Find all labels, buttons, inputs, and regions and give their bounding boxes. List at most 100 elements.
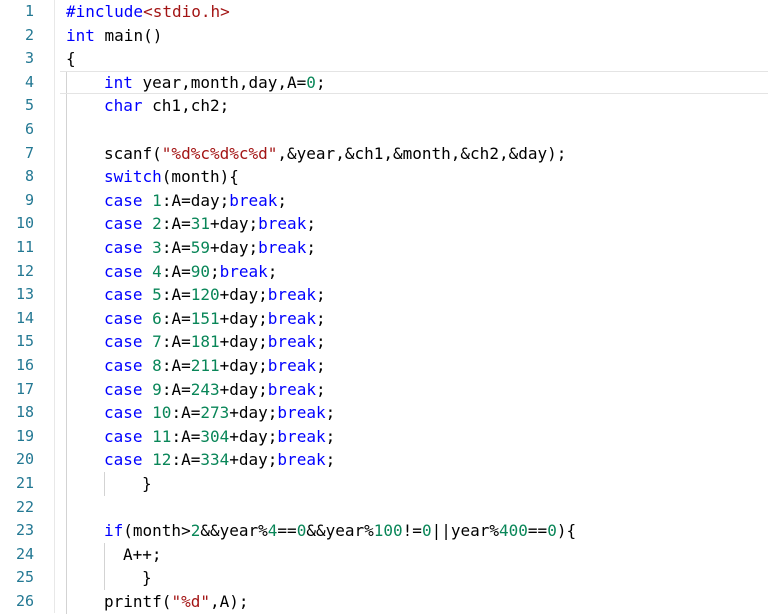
code-text[interactable]: case 5:A=120+day;break; [104, 283, 326, 307]
code-text[interactable]: #include<stdio.h> [66, 0, 230, 24]
line-number: 17 [15, 379, 34, 398]
code-line[interactable]: 4 int year,month,day,A=0; [0, 70, 768, 95]
indent-guide [66, 94, 67, 118]
token-plain: +day; [219, 285, 268, 305]
code-text[interactable]: case 3:A=59+day;break; [104, 236, 316, 260]
code-text[interactable]: case 2:A=31+day;break; [104, 212, 316, 236]
token-kw: case [104, 403, 143, 423]
code-editor[interactable]: 1 #include<stdio.h> 2 int main() 3{4 int year… [0, 0, 768, 614]
code-line[interactable]: 19 case 11:A=304+day;break; [0, 424, 768, 449]
code-line[interactable]: 9 case 1:A=day;break; [0, 188, 768, 213]
code-text[interactable]: case 7:A=181+day;break; [104, 330, 326, 354]
token-num: 12 [152, 450, 172, 470]
line-number: 15 [15, 332, 34, 351]
token-plain: main() [94, 25, 163, 45]
code-line[interactable]: 7 scanf("%d%c%d%c%d",&year,&ch1,&month,&c… [0, 141, 768, 166]
token-num: 120 [190, 285, 220, 305]
token-plain: ; [306, 214, 316, 234]
code-text[interactable]: { [66, 47, 76, 71]
token-inc: <stdio.h> [143, 2, 230, 21]
code-line[interactable]: 22 [0, 495, 768, 520]
code-text[interactable]: case 4:A=90;break; [104, 260, 277, 284]
indent-guide [104, 542, 105, 567]
code-line[interactable]: 17 case 9:A=243+day;break; [0, 377, 768, 402]
code-line[interactable]: 10 case 2:A=31+day;break; [0, 212, 768, 236]
token-num: 7 [152, 332, 162, 352]
code-text[interactable]: case 10:A=273+day;break; [104, 401, 335, 425]
token-num: 0 [421, 521, 432, 541]
code-text[interactable]: if(month>2&&year%4==0&&year%100!=0||year… [104, 519, 576, 543]
code-line[interactable]: 18 case 10:A=273+day;break; [0, 401, 768, 425]
code-text[interactable]: } [142, 566, 152, 590]
code-text[interactable]: case 9:A=243+day;break; [104, 378, 326, 402]
indent-guide [66, 259, 67, 284]
code-line[interactable]: 24 A++; [0, 542, 768, 567]
token-plain: ; [315, 332, 326, 352]
indent-guide [66, 448, 67, 472]
code-line[interactable]: 16 case 8:A=211+day;break; [0, 354, 768, 378]
token-plain: ; [325, 450, 336, 470]
code-text[interactable]: case 1:A=day;break; [104, 189, 287, 213]
token-kw: case [104, 308, 143, 328]
code-line[interactable]: 14 case 6:A=151+day;break; [0, 306, 768, 331]
code-text[interactable]: int year,month,day,A=0; [104, 71, 326, 95]
code-text[interactable]: char ch1,ch2; [104, 94, 229, 118]
token-kw: case [104, 238, 143, 257]
token-plain: :A= [161, 285, 191, 305]
code-text[interactable]: switch(month){ [104, 165, 239, 189]
code-line[interactable]: 12 case 4:A=90;break; [0, 259, 768, 284]
code-text[interactable]: printf("%d",A); [104, 590, 249, 614]
code-text[interactable]: case 8:A=211+day;break; [104, 354, 326, 378]
code-line[interactable]: 1 #include<stdio.h> [0, 0, 768, 24]
token-num: 273 [200, 403, 230, 423]
token-num: 90 [190, 261, 210, 281]
line-number: 7 [24, 143, 34, 162]
token-plain: { [66, 49, 76, 69]
code-line[interactable]: 2 int main() [0, 24, 768, 48]
code-text[interactable]: case 12:A=334+day;break; [104, 448, 335, 472]
code-line[interactable]: 23 if(month>2&&year%4==0&&year%100!=0||ye… [0, 519, 768, 543]
token-num: 8 [152, 356, 162, 375]
token-num: 9 [152, 379, 162, 399]
code-line[interactable]: 21} [0, 472, 768, 496]
token-num: 2 [190, 521, 201, 541]
token-kw: break [267, 285, 316, 305]
code-line[interactable]: 26 printf("%d",A); [0, 590, 768, 614]
code-text[interactable]: scanf("%d%c%d%c%d",&year,&ch1,&month,&ch… [104, 142, 566, 166]
code-line[interactable]: 11 case 3:A=59+day;break; [0, 236, 768, 260]
code-line[interactable]: 15 case 7:A=181+day;break; [0, 330, 768, 354]
code-line[interactable]: 8 switch(month){ [0, 165, 768, 189]
line-number: 4 [24, 72, 34, 91]
code-line[interactable]: 20 case 12:A=334+day;break; [0, 448, 768, 472]
token-plain: A++; [123, 544, 162, 564]
code-text[interactable]: } [142, 472, 152, 496]
code-line[interactable]: 25} [0, 566, 768, 590]
line-number: 24 [15, 544, 34, 563]
line-number: 22 [15, 497, 34, 516]
code-text[interactable]: A++; [123, 543, 162, 567]
code-line[interactable]: 6 [0, 118, 768, 142]
code-line[interactable]: 3{ [0, 47, 768, 71]
token-num: 5 [152, 285, 162, 305]
token-kw: break [277, 426, 326, 446]
code-text[interactable]: int main() [66, 24, 162, 48]
token-kw: switch [104, 167, 162, 187]
token-plain: :A= [161, 214, 191, 234]
code-line[interactable]: 13 case 5:A=120+day;break; [0, 283, 768, 307]
token-plain: &&year% [200, 521, 268, 541]
line-number: 10 [15, 214, 34, 233]
token-num: 304 [200, 426, 230, 446]
token-plain: &&year% [306, 521, 374, 541]
code-text[interactable]: case 11:A=304+day;break; [104, 425, 335, 449]
token-kw: break [267, 356, 316, 375]
token-plain: :A= [161, 261, 191, 281]
code-text[interactable]: case 6:A=151+day;break; [104, 307, 326, 331]
token-plain: ){ [556, 521, 577, 541]
code-line[interactable]: 5 char ch1,ch2; [0, 94, 768, 118]
